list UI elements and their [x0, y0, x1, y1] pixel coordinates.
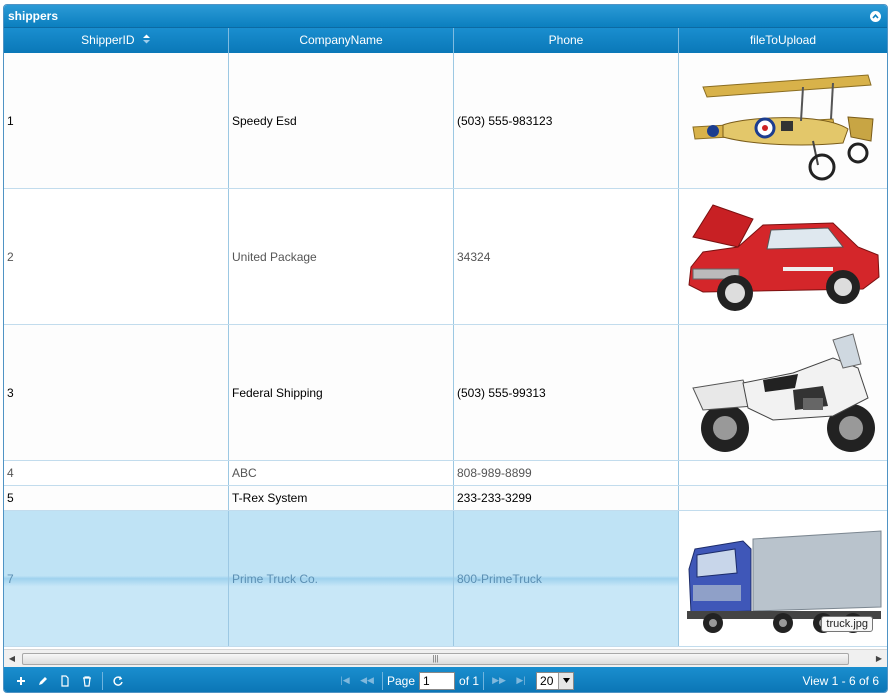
- next-page-icon[interactable]: ▶▶: [488, 675, 510, 686]
- sort-asc-icon[interactable]: [142, 28, 151, 53]
- column-headers: ShipperID CompanyName Phone fileToUpload: [4, 28, 887, 53]
- motorcycle-image[interactable]: [683, 328, 883, 458]
- cell-filetoupload: [679, 189, 887, 324]
- header-phone[interactable]: Phone: [454, 28, 679, 53]
- cell-shipperid: 7: [4, 511, 229, 646]
- table-row[interactable]: 2 United Package 34324: [4, 189, 887, 325]
- table-row[interactable]: 4 ABC 808-989-8899: [4, 461, 887, 486]
- delete-icon[interactable]: [76, 671, 98, 691]
- grid-caption: shippers: [4, 5, 887, 28]
- scroll-right-icon[interactable]: ▶: [871, 651, 887, 667]
- cell-phone: 34324: [454, 189, 679, 324]
- view-icon[interactable]: [54, 671, 76, 691]
- page-label: Page: [387, 673, 416, 688]
- rows-per-page-value: 20: [540, 673, 554, 688]
- cell-companyname: Federal Shipping: [229, 325, 454, 460]
- table-row[interactable]: 3 Federal Shipping (503) 555-99313: [4, 325, 887, 461]
- header-filetoupload[interactable]: fileToUpload: [679, 28, 887, 53]
- cell-companyname: United Package: [229, 189, 454, 324]
- prev-page-icon[interactable]: ◀◀: [356, 675, 378, 686]
- header-shipperid-label: ShipperID: [81, 33, 135, 47]
- separator: [102, 671, 103, 690]
- horizontal-scrollbar[interactable]: ◀ ||| ▶: [4, 649, 887, 667]
- cell-shipperid: 5: [4, 486, 229, 510]
- cell-shipperid: 4: [4, 461, 229, 485]
- cell-filetoupload: truck.jpg: [679, 511, 887, 646]
- pager-bar: |◀ ◀◀ Page of 1 ▶▶ ▶| 20 View 1 - 6 of 6: [4, 667, 887, 692]
- filename-tooltip: truck.jpg: [821, 616, 873, 632]
- biplane-image[interactable]: [683, 57, 883, 185]
- header-shipperid[interactable]: ShipperID: [4, 28, 229, 53]
- cell-companyname: T-Rex System: [229, 486, 454, 510]
- cell-companyname: Prime Truck Co.: [229, 511, 454, 646]
- cell-phone: 808-989-8899: [454, 461, 679, 485]
- separator: [382, 671, 383, 690]
- table-row[interactable]: 5 T-Rex System 233-233-3299: [4, 486, 887, 511]
- first-page-icon[interactable]: |◀: [334, 675, 356, 686]
- records-info: View 1 - 6 of 6: [802, 673, 880, 688]
- rows-per-page-select[interactable]: 20: [536, 671, 575, 690]
- separator: [483, 671, 485, 690]
- table-row-selected[interactable]: 7 Prime Truck Co. 800-PrimeTruck truck.j…: [4, 511, 887, 647]
- cell-filetoupload: [679, 461, 887, 485]
- grid-title: shippers: [8, 9, 59, 23]
- cell-phone: 800-PrimeTruck: [454, 511, 679, 646]
- cell-phone: 233-233-3299: [454, 486, 679, 510]
- page-of-label: of 1: [459, 673, 480, 688]
- refresh-icon[interactable]: [107, 671, 129, 691]
- page-number-input[interactable]: [419, 671, 456, 690]
- collapse-icon[interactable]: [870, 11, 881, 22]
- cell-filetoupload: [679, 53, 887, 188]
- header-companyname[interactable]: CompanyName: [229, 28, 454, 53]
- scroll-track[interactable]: |||: [20, 652, 871, 666]
- scroll-thumb[interactable]: |||: [22, 652, 849, 665]
- red-car-image[interactable]: [683, 197, 883, 317]
- cell-shipperid: 3: [4, 325, 229, 460]
- add-icon[interactable]: [10, 671, 32, 691]
- cell-companyname: ABC: [229, 461, 454, 485]
- table-row[interactable]: 1 Speedy Esd (503) 555-983123: [4, 53, 887, 189]
- cell-filetoupload: [679, 486, 887, 510]
- grid-body: 1 Speedy Esd (503) 555-983123 2 United P…: [4, 53, 887, 649]
- cell-companyname: Speedy Esd: [229, 53, 454, 188]
- edit-icon[interactable]: [32, 671, 54, 691]
- cell-phone: (503) 555-983123: [454, 53, 679, 188]
- cell-shipperid: 2: [4, 189, 229, 324]
- cell-filetoupload: [679, 325, 887, 460]
- shippers-grid: shippers ShipperID CompanyName Phone fil…: [3, 4, 888, 693]
- cell-phone: (503) 555-99313: [454, 325, 679, 460]
- scroll-left-icon[interactable]: ◀: [4, 651, 20, 667]
- last-page-icon[interactable]: ▶|: [510, 675, 532, 686]
- cell-shipperid: 1: [4, 53, 229, 188]
- chevron-down-icon[interactable]: [558, 672, 574, 689]
